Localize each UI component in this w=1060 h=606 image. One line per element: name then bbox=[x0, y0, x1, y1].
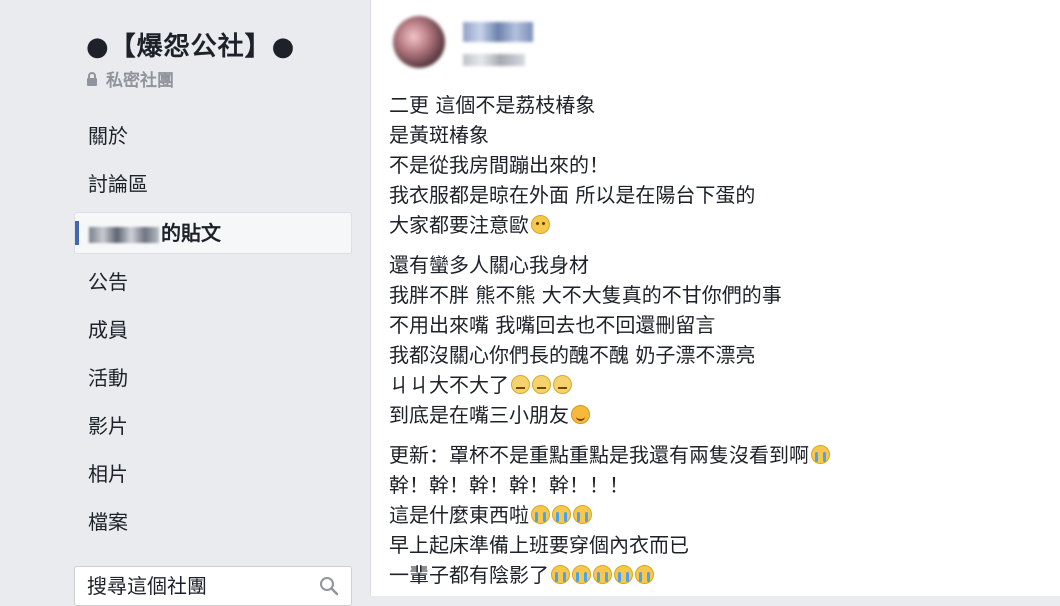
post-paragraph: 二更 這個不是荔枝椿象 是黃斑椿象不是從我房間蹦出來的！ 我衣服都是晾在外面 所以是… bbox=[389, 90, 1049, 240]
smiling-face-icon bbox=[571, 405, 590, 424]
nav-item-members[interactable]: 成員 bbox=[74, 310, 352, 350]
crying-face-icon bbox=[593, 565, 612, 584]
nav-item-label: 成員 bbox=[88, 318, 128, 342]
nav-item-label: 公告 bbox=[88, 270, 128, 294]
crying-face-icon bbox=[551, 565, 570, 584]
post-line-text: 一輩子都有陰影了 bbox=[389, 563, 549, 587]
search-icon[interactable] bbox=[319, 576, 339, 596]
unamused-face-icon bbox=[511, 375, 530, 394]
post-line: 我都沒關心你們長的醜不醜 奶子漂不漂亮 bbox=[389, 340, 1049, 370]
post-line-text: 是黃斑椿象 bbox=[389, 123, 489, 147]
group-search bbox=[74, 566, 352, 606]
crying-face-icon bbox=[572, 565, 591, 584]
post-line: 還有蠻多人關心我身材 bbox=[389, 250, 1049, 280]
crying-face-icon bbox=[531, 505, 550, 524]
nav-item-label: 活動 bbox=[88, 366, 128, 390]
nav-item-videos[interactable]: 影片 bbox=[74, 406, 352, 446]
crying-face-icon bbox=[552, 505, 571, 524]
post-body: 二更 這個不是荔枝椿象 是黃斑椿象不是從我房間蹦出來的！ 我衣服都是晾在外面 所以是… bbox=[389, 90, 1049, 600]
nav-item-files[interactable]: 檔案 bbox=[74, 502, 352, 542]
nav-item-photos[interactable]: 相片 bbox=[74, 454, 352, 494]
post-line: 是黃斑椿象 bbox=[389, 120, 1049, 150]
privacy-label: 私密社團 bbox=[106, 71, 174, 91]
post-line: 早上起床準備上班要穿個內衣而已 bbox=[389, 530, 1049, 560]
lock-icon bbox=[87, 71, 97, 86]
post-line-text: 早上起床準備上班要穿個內衣而已 bbox=[389, 533, 689, 557]
post-line: 不是從我房間蹦出來的！ bbox=[389, 150, 1049, 180]
crying-face-icon bbox=[614, 565, 633, 584]
crying-face-icon bbox=[811, 445, 830, 464]
post-line: 這是什麼東西啦 bbox=[389, 500, 1049, 530]
nav-item-label: 相片 bbox=[88, 462, 128, 486]
nav-item-label: 影片 bbox=[88, 414, 128, 438]
author-avatar[interactable] bbox=[393, 16, 445, 68]
sad-face-icon bbox=[531, 215, 550, 234]
group-sidebar: ●【爆怨公社】● 私密社團 關於 討論區 的貼文 公告 成員 活動 影片 相片 … bbox=[0, 0, 370, 606]
post-line-text: 我胖不胖 熊不熊 大不大隻真的不甘你們的事 bbox=[389, 283, 782, 307]
blurred-username bbox=[89, 226, 159, 243]
post-line-text: 二更 這個不是荔枝椿象 bbox=[389, 93, 596, 117]
crying-face-icon bbox=[635, 565, 654, 584]
post-line-text: 更新：罩杯不是重點重點是我還有兩隻沒看到啊 bbox=[389, 443, 809, 467]
search-input[interactable] bbox=[75, 567, 309, 605]
crying-face-icon bbox=[573, 505, 592, 524]
post-line-text: 到底是在嘴三小朋友 bbox=[389, 403, 569, 427]
nav-item-about[interactable]: 關於 bbox=[74, 116, 352, 156]
post-line: 二更 這個不是荔枝椿象 bbox=[389, 90, 1049, 120]
post-line: 幹！幹！幹！幹！幹！！！ bbox=[389, 470, 1049, 500]
post-line-text: 大家都要注意歐 bbox=[389, 213, 529, 237]
nav-item-label: 檔案 bbox=[88, 510, 128, 534]
post-line-text: 幹！幹！幹！幹！幹！！！ bbox=[389, 473, 629, 497]
nav-item-user-posts[interactable]: 的貼文 bbox=[74, 212, 352, 254]
post-line-text: 不是從我房間蹦出來的！ bbox=[389, 153, 609, 177]
post-line-text: 我都沒關心你們長的醜不醜 奶子漂不漂亮 bbox=[389, 343, 756, 367]
post-line-text: 還有蠻多人關心我身材 bbox=[389, 253, 589, 277]
post-line: 大家都要注意歐 bbox=[389, 210, 1049, 240]
nav-item-label: 關於 bbox=[88, 124, 128, 148]
post-line: 更新：罩杯不是重點重點是我還有兩隻沒看到啊 bbox=[389, 440, 1049, 470]
post-paragraph: 更新：罩杯不是重點重點是我還有兩隻沒看到啊 幹！幹！幹！幹！幹！！！ 這是什麼東西啦… bbox=[389, 440, 1049, 590]
nav-item-events[interactable]: 活動 bbox=[74, 358, 352, 398]
post-line-text: 我衣服都是晾在外面 所以是在陽台下蛋的 bbox=[389, 183, 756, 207]
post-line: 我胖不胖 熊不熊 大不大隻真的不甘你們的事 bbox=[389, 280, 1049, 310]
author-name-blurred[interactable] bbox=[463, 22, 533, 42]
group-privacy: 私密社團 bbox=[84, 66, 174, 91]
post-line: 不用出來嘴 我嘴回去也不回還刪留言 bbox=[389, 310, 1049, 340]
nav-item-discussion[interactable]: 討論區 bbox=[74, 164, 352, 204]
nav-item-announcements[interactable]: 公告 bbox=[74, 262, 352, 302]
unamused-face-icon bbox=[532, 375, 551, 394]
post-timestamp-blurred bbox=[463, 54, 525, 66]
post-line-text: 這是什麼東西啦 bbox=[389, 503, 529, 527]
post-card: 二更 這個不是荔枝椿象 是黃斑椿象不是從我房間蹦出來的！ 我衣服都是晾在外面 所以是… bbox=[370, 0, 1060, 596]
post-line-text: 不用出來嘴 我嘴回去也不回還刪留言 bbox=[389, 313, 716, 337]
group-title[interactable]: ●【爆怨公社】● bbox=[86, 26, 295, 63]
nav-item-label: 的貼文 bbox=[161, 221, 221, 245]
unamused-face-icon bbox=[553, 375, 572, 394]
post-line: 一輩子都有陰影了 bbox=[389, 560, 1049, 590]
post-line: 到底是在嘴三小朋友 bbox=[389, 400, 1049, 430]
post-line: ㄐㄐ大不大了 bbox=[389, 370, 1049, 400]
post-line-text: ㄐㄐ大不大了 bbox=[389, 373, 509, 397]
post-line: 我衣服都是晾在外面 所以是在陽台下蛋的 bbox=[389, 180, 1049, 210]
nav-item-label: 討論區 bbox=[88, 172, 148, 196]
group-nav: 關於 討論區 的貼文 公告 成員 活動 影片 相片 檔案 bbox=[74, 116, 352, 550]
post-paragraph: 還有蠻多人關心我身材我胖不胖 熊不熊 大不大隻真的不甘你們的事 不用出來嘴 我嘴回… bbox=[389, 250, 1049, 430]
